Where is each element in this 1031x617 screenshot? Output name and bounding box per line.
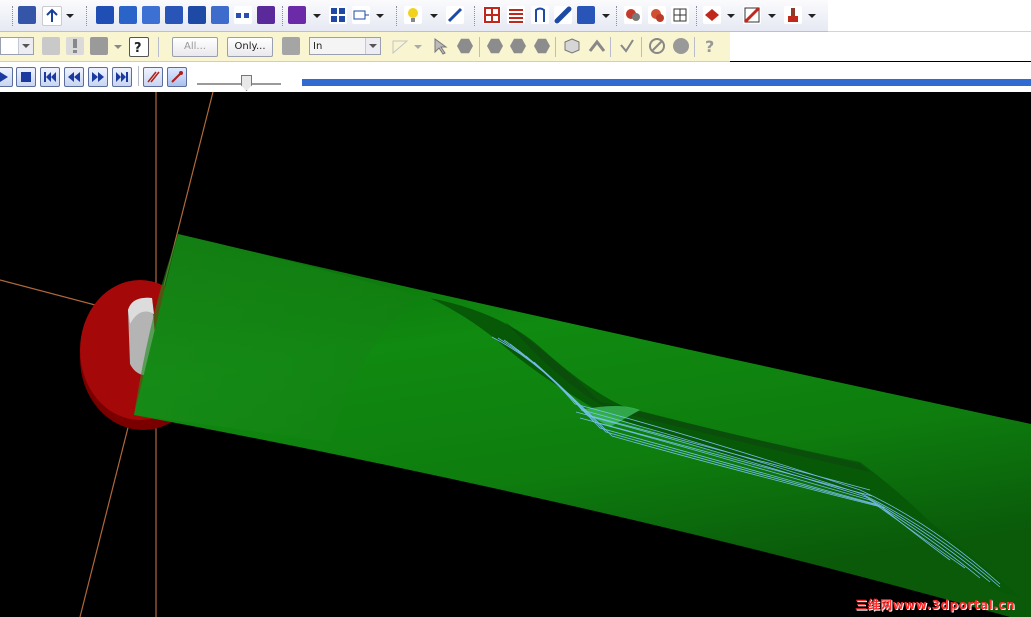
shade-icon[interactable] bbox=[624, 6, 642, 24]
exclamation-icon[interactable] bbox=[66, 37, 84, 55]
solid-select-icon[interactable] bbox=[457, 38, 473, 54]
play-button[interactable] bbox=[0, 67, 13, 87]
tool-display-button[interactable] bbox=[167, 67, 187, 87]
separator bbox=[555, 37, 556, 57]
separator bbox=[158, 37, 159, 57]
grid-icon[interactable] bbox=[329, 6, 347, 24]
face-icon[interactable] bbox=[188, 6, 206, 24]
mode-icon[interactable] bbox=[282, 37, 300, 55]
drill-icon[interactable] bbox=[211, 6, 229, 24]
view-icon[interactable] bbox=[703, 6, 721, 24]
edge-select-icon[interactable] bbox=[534, 38, 550, 54]
check-icon[interactable] bbox=[618, 37, 636, 55]
units-select[interactable]: In bbox=[309, 37, 381, 55]
toolbar-grip[interactable] bbox=[86, 6, 89, 26]
section-icon[interactable] bbox=[743, 6, 761, 24]
chevron-down-icon[interactable] bbox=[727, 14, 735, 18]
separator bbox=[694, 37, 695, 57]
toolbar-empty-area bbox=[730, 32, 1031, 61]
chevron-down-icon[interactable] bbox=[376, 14, 384, 18]
chevron-down-icon[interactable] bbox=[18, 38, 33, 54]
pointer-select-icon[interactable] bbox=[432, 37, 450, 55]
toolbar-grip[interactable] bbox=[12, 6, 15, 26]
separator bbox=[610, 37, 611, 57]
transform-icon[interactable] bbox=[288, 6, 306, 24]
stock-icon[interactable] bbox=[577, 6, 595, 24]
selection-toolbar: ? All... Only... In ? bbox=[0, 32, 730, 62]
feature-icon[interactable] bbox=[96, 6, 114, 24]
thread-icon[interactable] bbox=[257, 6, 275, 24]
chevron-down-icon[interactable] bbox=[414, 45, 422, 49]
svg-text:?: ? bbox=[705, 37, 714, 55]
chevron-down-icon[interactable] bbox=[808, 14, 816, 18]
select-all-button[interactable]: All... bbox=[172, 37, 218, 57]
simulation-progress-bar[interactable] bbox=[302, 79, 1031, 86]
toolbar-grip[interactable] bbox=[396, 6, 399, 26]
toolpath-display-button[interactable] bbox=[143, 67, 163, 87]
go-to-end-button[interactable] bbox=[112, 67, 132, 87]
help-icon[interactable]: ? bbox=[129, 37, 149, 57]
toolbar-grip[interactable] bbox=[696, 6, 699, 26]
measure-icon[interactable] bbox=[446, 6, 464, 24]
add-select-icon[interactable] bbox=[42, 37, 60, 55]
toolbar-empty-area bbox=[828, 0, 1031, 32]
vertex-select-icon[interactable] bbox=[391, 37, 409, 55]
holder-icon[interactable] bbox=[554, 6, 572, 24]
watermark: 三维网www.3dportal.cn bbox=[855, 598, 1015, 612]
contour-icon[interactable] bbox=[142, 6, 160, 24]
toolbar-grip[interactable] bbox=[474, 6, 477, 26]
mask-icon[interactable] bbox=[90, 37, 108, 55]
no-icon[interactable] bbox=[648, 37, 666, 55]
table-icon[interactable] bbox=[483, 6, 501, 24]
graphics-viewport[interactable]: 三维网www.3dportal.cn bbox=[0, 92, 1031, 617]
shade-selected-icon[interactable] bbox=[648, 6, 666, 24]
speed-slider-track[interactable] bbox=[197, 83, 281, 86]
chevron-down-icon[interactable] bbox=[768, 14, 776, 18]
separator bbox=[138, 66, 139, 86]
chevron-down-icon[interactable] bbox=[430, 14, 438, 18]
arrange-icon[interactable] bbox=[352, 6, 370, 24]
go-to-start-button[interactable] bbox=[40, 67, 60, 87]
arch-icon[interactable] bbox=[588, 37, 606, 55]
svg-text:?: ? bbox=[134, 41, 142, 56]
sphere-icon[interactable] bbox=[672, 37, 690, 55]
help-icon[interactable]: ? bbox=[702, 37, 720, 56]
select-only-button[interactable]: Only... bbox=[227, 37, 273, 57]
list-icon[interactable] bbox=[507, 6, 525, 24]
tool-icon[interactable] bbox=[531, 6, 549, 24]
step-back-button[interactable] bbox=[64, 67, 84, 87]
separator bbox=[641, 37, 642, 57]
cube-icon[interactable] bbox=[563, 37, 581, 55]
face-select-icon[interactable] bbox=[510, 38, 526, 54]
profile-icon[interactable] bbox=[165, 6, 183, 24]
axis-icon[interactable] bbox=[42, 6, 62, 26]
toolbar-grip[interactable] bbox=[616, 6, 619, 26]
filter-combo[interactable] bbox=[0, 37, 34, 55]
units-value: In bbox=[313, 41, 323, 52]
light-bulb-icon[interactable] bbox=[404, 6, 422, 24]
plane-icon[interactable] bbox=[18, 6, 36, 24]
chevron-down-icon[interactable] bbox=[365, 38, 380, 54]
hole-pattern-icon[interactable] bbox=[234, 6, 252, 24]
wireframe-icon[interactable] bbox=[671, 6, 689, 24]
chevron-down-icon[interactable] bbox=[602, 14, 610, 18]
chevron-down-icon[interactable] bbox=[313, 14, 321, 18]
brush-icon[interactable] bbox=[784, 6, 802, 24]
chevron-down-icon[interactable] bbox=[66, 14, 74, 18]
toolbar-grip[interactable] bbox=[282, 6, 285, 26]
stop-button[interactable] bbox=[16, 67, 36, 87]
chevron-down-icon[interactable] bbox=[114, 45, 122, 49]
body-select-icon[interactable] bbox=[487, 38, 503, 54]
main-toolbar bbox=[0, 0, 828, 32]
simulation-scene bbox=[0, 92, 1031, 617]
step-forward-button[interactable] bbox=[88, 67, 108, 87]
separator bbox=[479, 37, 480, 57]
pocket-icon[interactable] bbox=[119, 6, 137, 24]
